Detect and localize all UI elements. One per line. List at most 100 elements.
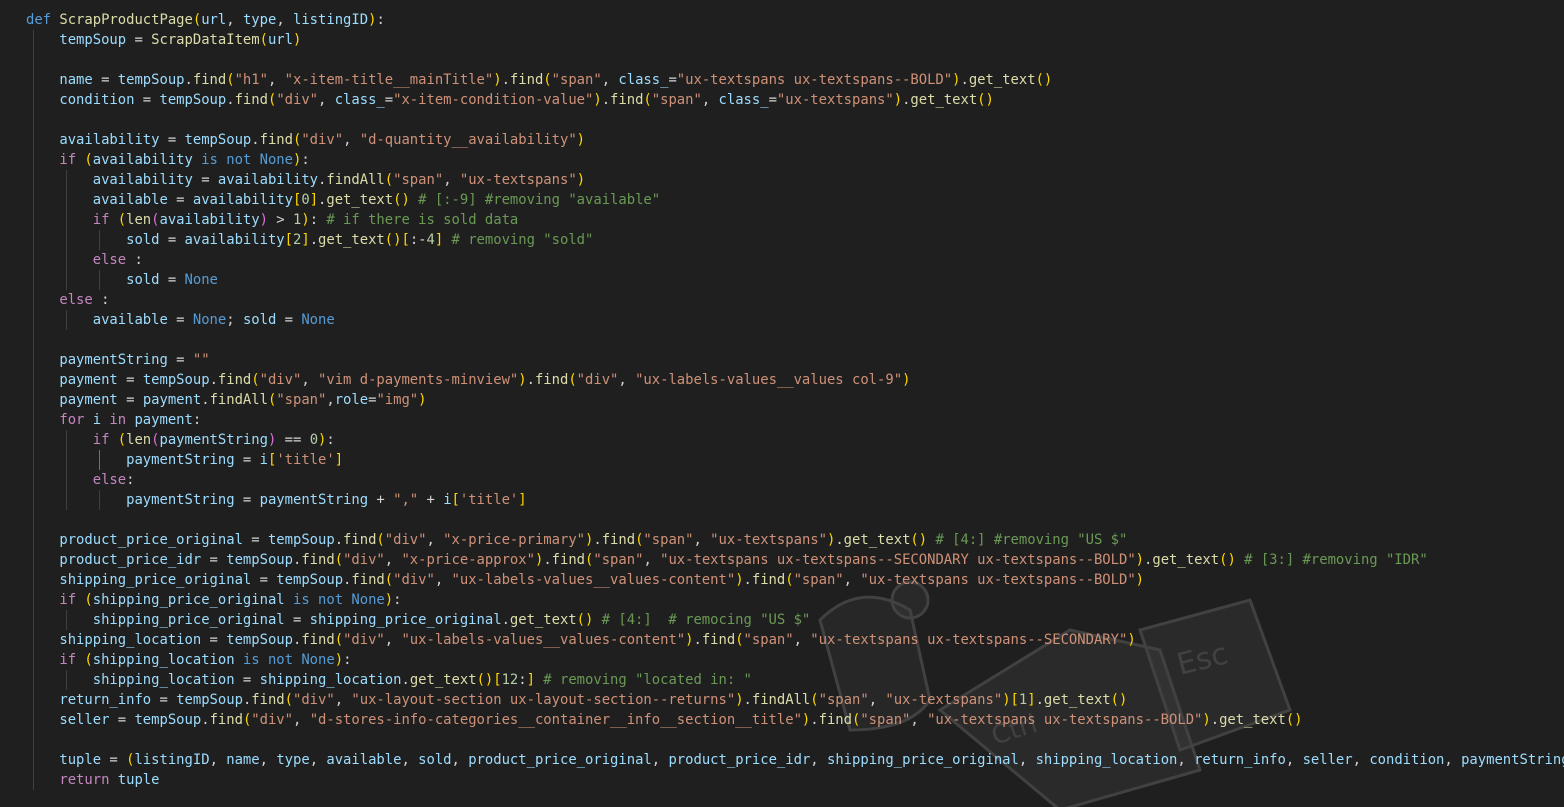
code-line[interactable]: else :	[26, 250, 1564, 270]
code-token: )	[576, 132, 586, 148]
code-token: "span"	[818, 692, 869, 708]
code-token: =	[234, 672, 260, 688]
code-token: is not None	[284, 592, 385, 608]
code-token: get_text	[1219, 712, 1286, 728]
code-line[interactable]: paymentString = ""	[26, 350, 1564, 370]
code-line[interactable]: else:	[26, 470, 1564, 490]
code-token: ,	[276, 12, 293, 28]
code-token: "x-item-title__mainTitle"	[284, 72, 494, 88]
line-text: product_price_idr = tempSoup.find("div",…	[26, 552, 1427, 568]
code-line[interactable]: sold = availability[2].get_text()[:-4] #…	[26, 230, 1564, 250]
code-line[interactable]: availability = availability.findAll("spa…	[26, 170, 1564, 190]
code-token: payment	[142, 392, 202, 408]
code-line[interactable]: payment = tempSoup.find("div", "vim d-pa…	[26, 370, 1564, 390]
code-line[interactable]: def ScrapProductPage(url, type, listingI…	[26, 10, 1564, 30]
code-token: availability	[192, 192, 293, 208]
code-line[interactable]: sold = None	[26, 270, 1564, 290]
code-line[interactable]	[26, 730, 1564, 750]
code-line[interactable]	[26, 510, 1564, 530]
code-token: "span"	[593, 552, 644, 568]
code-line[interactable]	[26, 330, 1564, 350]
code-line[interactable]: return tuple	[26, 770, 1564, 790]
code-line[interactable]: shipping_price_original = tempSoup.find(…	[26, 570, 1564, 590]
code-token: ,	[810, 752, 827, 768]
code-token: ;	[226, 312, 243, 328]
code-line[interactable]: payment = payment.findAll("span",role="i…	[26, 390, 1564, 410]
code-token: ()	[977, 92, 994, 108]
code-line[interactable]: available = None; sold = None	[26, 310, 1564, 330]
code-line[interactable]: seller = tempSoup.find("div", "d-stores-…	[26, 710, 1564, 730]
code-line[interactable]: shipping_location = shipping_location.ge…	[26, 670, 1564, 690]
code-token: )	[493, 72, 502, 88]
code-line[interactable]: paymentString = paymentString + "," + i[…	[26, 490, 1564, 510]
code-token: "vim d-payments-minview"	[318, 372, 519, 388]
code-token: :-	[409, 232, 427, 248]
code-token: =	[234, 452, 260, 468]
code-editor[interactable]: Ctrl Esc def ScrapProductPage(url, type,…	[0, 0, 1564, 807]
code-token: ,	[259, 752, 277, 768]
code-token: .	[251, 132, 260, 148]
code-line[interactable]: if (availability is not None):	[26, 150, 1564, 170]
code-token: "ux-textspans"	[710, 532, 827, 548]
code-token: =	[251, 572, 277, 588]
code-line[interactable]: product_price_idr = tempSoup.find("div",…	[26, 550, 1564, 570]
code-token: availability	[92, 152, 193, 168]
code-line[interactable]	[26, 50, 1564, 70]
code-token: (	[384, 572, 394, 588]
code-line[interactable]: tuple = (listingID, name, type, availabl…	[26, 750, 1564, 770]
code-token: None	[192, 312, 227, 328]
code-line[interactable]: condition = tempSoup.find("div", class_=…	[26, 90, 1564, 110]
code-token: =	[101, 752, 127, 768]
code-line[interactable]: if (len(paymentString) == 0):	[26, 430, 1564, 450]
code-token: =	[167, 192, 193, 208]
code-token: .	[601, 92, 611, 108]
code-line[interactable]: if (len(availability) > 1): # if there i…	[26, 210, 1564, 230]
code-token: "x-price-approx"	[401, 552, 535, 568]
code-token: ()	[1110, 692, 1128, 708]
line-text	[26, 112, 59, 128]
code-token: available	[92, 312, 168, 328]
code-line[interactable]: shipping_location = tempSoup.find("div",…	[26, 630, 1564, 650]
code-token: role	[334, 392, 369, 408]
code-token: get_text	[326, 192, 394, 208]
code-line[interactable]: product_price_original = tempSoup.find("…	[26, 530, 1564, 550]
code-token: product_price_idr	[59, 552, 202, 568]
code-token: ,	[343, 132, 360, 148]
code-token: )	[735, 692, 744, 708]
code-line[interactable]: shipping_price_original = shipping_price…	[26, 610, 1564, 630]
code-line[interactable]: name = tempSoup.find("h1", "x-item-title…	[26, 70, 1564, 90]
code-line[interactable]: else :	[26, 290, 1564, 310]
code-token: =	[167, 352, 193, 368]
code-line[interactable]	[26, 110, 1564, 130]
code-line[interactable]: if (shipping_price_original is not None)…	[26, 590, 1564, 610]
code-token: "div"	[393, 572, 435, 588]
code-area[interactable]: def ScrapProductPage(url, type, listingI…	[26, 10, 1564, 790]
line-text: payment = payment.findAll("span",role="i…	[26, 392, 426, 408]
code-token: url	[267, 32, 293, 48]
code-line[interactable]: paymentString = i['title']	[26, 450, 1564, 470]
code-line[interactable]: if (shipping_location is not None):	[26, 650, 1564, 670]
code-token: ,	[309, 752, 327, 768]
code-token: =	[384, 92, 394, 108]
code-line[interactable]: available = availability[0].get_text() #…	[26, 190, 1564, 210]
code-token: get_text	[509, 612, 577, 628]
line-text: return tuple	[26, 772, 159, 788]
code-token: ,	[651, 752, 669, 768]
code-line[interactable]: tempSoup = ScrapDataItem(url)	[26, 30, 1564, 50]
code-token: =	[159, 272, 185, 288]
line-text: product_price_original = tempSoup.find("…	[26, 532, 1127, 548]
code-line[interactable]: availability = tempSoup.find("div", "d-q…	[26, 130, 1564, 150]
code-line[interactable]: for i in payment:	[26, 410, 1564, 430]
code-token: ","	[393, 492, 419, 508]
code-token: find	[259, 132, 293, 148]
code-token: 'title'	[459, 492, 519, 508]
code-line[interactable]: return_info = tempSoup.find("div", "ux-l…	[26, 690, 1564, 710]
code-token: ()	[576, 612, 594, 628]
